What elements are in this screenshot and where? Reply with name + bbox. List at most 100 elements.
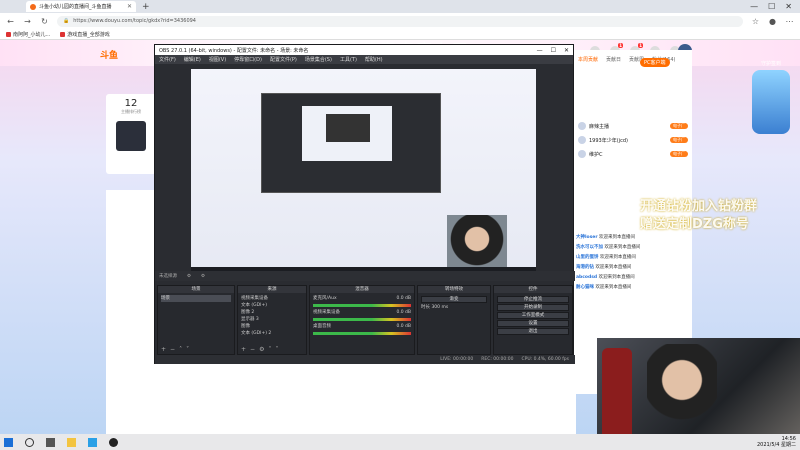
menu-view[interactable]: 视图(V) bbox=[209, 56, 226, 63]
menu-icon[interactable]: ⋯ bbox=[785, 17, 794, 26]
favorite-icon[interactable]: ☆ bbox=[751, 17, 760, 26]
chat-message[interactable]: 耐心猫咪 欢迎来到本直播间 bbox=[576, 282, 692, 292]
volume-meter[interactable] bbox=[313, 318, 411, 321]
avatar bbox=[578, 122, 586, 130]
mixer-channel: 麦克风/Aux 0.0 dB bbox=[313, 295, 411, 302]
back-icon[interactable]: ← bbox=[6, 17, 15, 26]
douyu-favicon-icon bbox=[30, 3, 36, 10]
rank-badge: 电子厂 bbox=[670, 123, 688, 129]
menu-tools[interactable]: 工具(T) bbox=[340, 56, 357, 63]
address-text: https://www.douyu.com/topic/gkdx?rid=343… bbox=[73, 18, 196, 24]
rank-row[interactable]: 维护C 电子厂 bbox=[574, 147, 692, 161]
source-item[interactable]: 视频采集设备 bbox=[241, 295, 303, 302]
address-bar[interactable]: 🔒 https://www.douyu.com/topic/gkdx?rid=3… bbox=[57, 15, 743, 27]
close-window-icon[interactable]: ✕ bbox=[564, 47, 569, 54]
file-explorer-icon[interactable] bbox=[67, 437, 76, 447]
preview-nested-page bbox=[302, 106, 392, 161]
bookmark-item[interactable]: 游戏直播_全部游戏 bbox=[60, 31, 110, 38]
source-item[interactable]: 显示器 3 bbox=[241, 316, 303, 323]
windows-start-icon[interactable] bbox=[4, 437, 13, 447]
remove-icon[interactable]: − bbox=[250, 346, 259, 353]
site-logo[interactable]: 斗鱼 bbox=[100, 48, 118, 61]
volume-meter[interactable] bbox=[313, 332, 411, 335]
clock-date: 2021/5/4 星期二 bbox=[756, 442, 796, 448]
close-window-icon[interactable]: ✕ bbox=[785, 2, 792, 11]
source-item[interactable]: 图像 bbox=[241, 323, 303, 330]
source-item[interactable]: 图像 2 bbox=[241, 309, 303, 316]
scene-item[interactable]: 场景 bbox=[161, 295, 231, 302]
rank-row[interactable]: 1993年少年(jcd) 电子厂 bbox=[574, 133, 692, 147]
obs-docks: 场景 场景 +−˄˅ 来源 视频采集设备 文本 (GDI+) 图像 2 显示器 … bbox=[155, 285, 575, 355]
pc-client-button[interactable]: PC客户端 bbox=[640, 58, 670, 67]
new-tab-button[interactable]: + bbox=[142, 2, 150, 12]
menu-docks[interactable]: 停靠窗口(D) bbox=[234, 56, 262, 63]
chat-message[interactable]: 山里的蛋饼 欢迎来到本直播间 bbox=[576, 252, 692, 262]
reload-icon[interactable]: ↻ bbox=[40, 17, 49, 26]
volume-meter[interactable] bbox=[313, 304, 411, 307]
rank-tab[interactable]: 贡献日 bbox=[606, 56, 621, 63]
browser-tab[interactable]: 斗鱼小幼儿园的直播间_斗鱼直播 ✕ bbox=[26, 1, 136, 12]
properties-icon[interactable]: ⚙ bbox=[187, 274, 191, 279]
streamer-avatar[interactable] bbox=[116, 121, 146, 151]
tab-title: 斗鱼小幼儿园的直播间_斗鱼直播 bbox=[39, 4, 112, 10]
fans-label[interactable]: 主播排行榜 bbox=[106, 109, 156, 115]
task-view-icon[interactable] bbox=[46, 437, 55, 447]
menu-file[interactable]: 文件(F) bbox=[159, 56, 176, 63]
scenes-dock: 场景 场景 +−˄˅ bbox=[157, 285, 235, 355]
menu-help[interactable]: 帮助(H) bbox=[365, 56, 383, 63]
channel-name: 桌面音频 bbox=[313, 324, 331, 329]
chat-message[interactable]: 大神loser 欢迎来到本直播间 bbox=[576, 232, 692, 242]
exit-button[interactable]: 退出 bbox=[497, 328, 569, 335]
studio-mode-button[interactable]: 工作室模式 bbox=[497, 312, 569, 319]
chat-text: 欢迎来到本直播间 bbox=[595, 265, 632, 270]
chat-user: 海港的钻 bbox=[576, 265, 594, 270]
transitions-dock: 转场特效 渐变 时长 300 ms bbox=[417, 285, 491, 355]
source-item[interactable]: 文本 (GDI+) 2 bbox=[241, 330, 303, 337]
stop-streaming-button[interactable]: 停止推流 bbox=[497, 296, 569, 303]
menu-profile[interactable]: 配置文件(P) bbox=[270, 56, 297, 63]
minimize-icon[interactable]: — bbox=[750, 2, 758, 11]
search-icon[interactable] bbox=[25, 437, 34, 447]
chat-message[interactable]: 洗水可以不加 欢迎来到本直播间 bbox=[576, 242, 692, 252]
edge-icon[interactable] bbox=[88, 437, 97, 447]
start-recording-button[interactable]: 开始录制 bbox=[497, 304, 569, 311]
source-item[interactable]: 文本 (GDI+) bbox=[241, 302, 303, 309]
streamer-card: 12 主播排行榜 bbox=[106, 94, 156, 174]
mixer-dock: 混音器 麦克风/Aux 0.0 dB 视频采集设备 0.0 dB 桌面音频 0.… bbox=[309, 285, 415, 355]
down-icon[interactable]: ˅ bbox=[275, 346, 282, 353]
add-icon[interactable]: + bbox=[241, 346, 250, 353]
duration-label: 时长 bbox=[421, 305, 430, 310]
obs-preview[interactable] bbox=[191, 69, 536, 277]
guard-shield-icon[interactable] bbox=[752, 70, 790, 134]
profile-icon[interactable]: ● bbox=[768, 17, 777, 26]
chat-message[interactable]: abcodsd 欢迎来到本直播间 bbox=[576, 272, 692, 282]
menu-scene-collection[interactable]: 场景集合(S) bbox=[305, 56, 332, 63]
settings-button[interactable]: 设置 bbox=[497, 320, 569, 327]
close-tab-icon[interactable]: ✕ bbox=[127, 3, 132, 10]
down-icon[interactable]: ˅ bbox=[186, 346, 193, 353]
chat-user: 洗水可以不加 bbox=[576, 245, 603, 250]
chat-message[interactable]: 海港的钻 欢迎来到本直播间 bbox=[576, 262, 692, 272]
rank-tab[interactable]: 本周贡献 bbox=[578, 56, 598, 63]
filters-icon[interactable]: ⚙ bbox=[201, 274, 205, 279]
forward-icon[interactable]: → bbox=[23, 17, 32, 26]
add-icon[interactable]: + bbox=[161, 346, 170, 353]
scenes-header: 场景 bbox=[158, 286, 234, 293]
rank-name: 1993年少年(jcd) bbox=[589, 137, 628, 144]
browser-toolbar: ← → ↻ 🔒 https://www.douyu.com/topic/gkdx… bbox=[0, 13, 800, 29]
maximize-icon[interactable]: ☐ bbox=[551, 47, 556, 54]
bookmark-item[interactable]: 南阿阿_小幼儿... bbox=[6, 31, 50, 38]
chat-text: 欢迎来到本直播间 bbox=[604, 245, 641, 250]
remove-icon[interactable]: − bbox=[170, 346, 179, 353]
duration-input[interactable]: 300 ms bbox=[431, 305, 448, 310]
obs-status-bar: LIVE: 00:00:00 REC: 00:00:00 CPU: 0.4%, … bbox=[155, 355, 575, 364]
transition-select[interactable]: 渐变 bbox=[421, 296, 487, 303]
maximize-icon[interactable]: ☐ bbox=[768, 2, 775, 11]
up-icon[interactable]: ˄ bbox=[179, 346, 186, 353]
minimize-icon[interactable]: — bbox=[537, 47, 543, 54]
clock[interactable]: 14:56 2021/5/4 星期二 bbox=[757, 436, 796, 448]
window-controls: — ☐ ✕ bbox=[750, 2, 800, 11]
menu-edit[interactable]: 编辑(E) bbox=[184, 56, 201, 63]
obs-icon[interactable] bbox=[109, 437, 118, 447]
rank-row[interactable]: 麻辣主播 电子厂 bbox=[574, 119, 692, 133]
